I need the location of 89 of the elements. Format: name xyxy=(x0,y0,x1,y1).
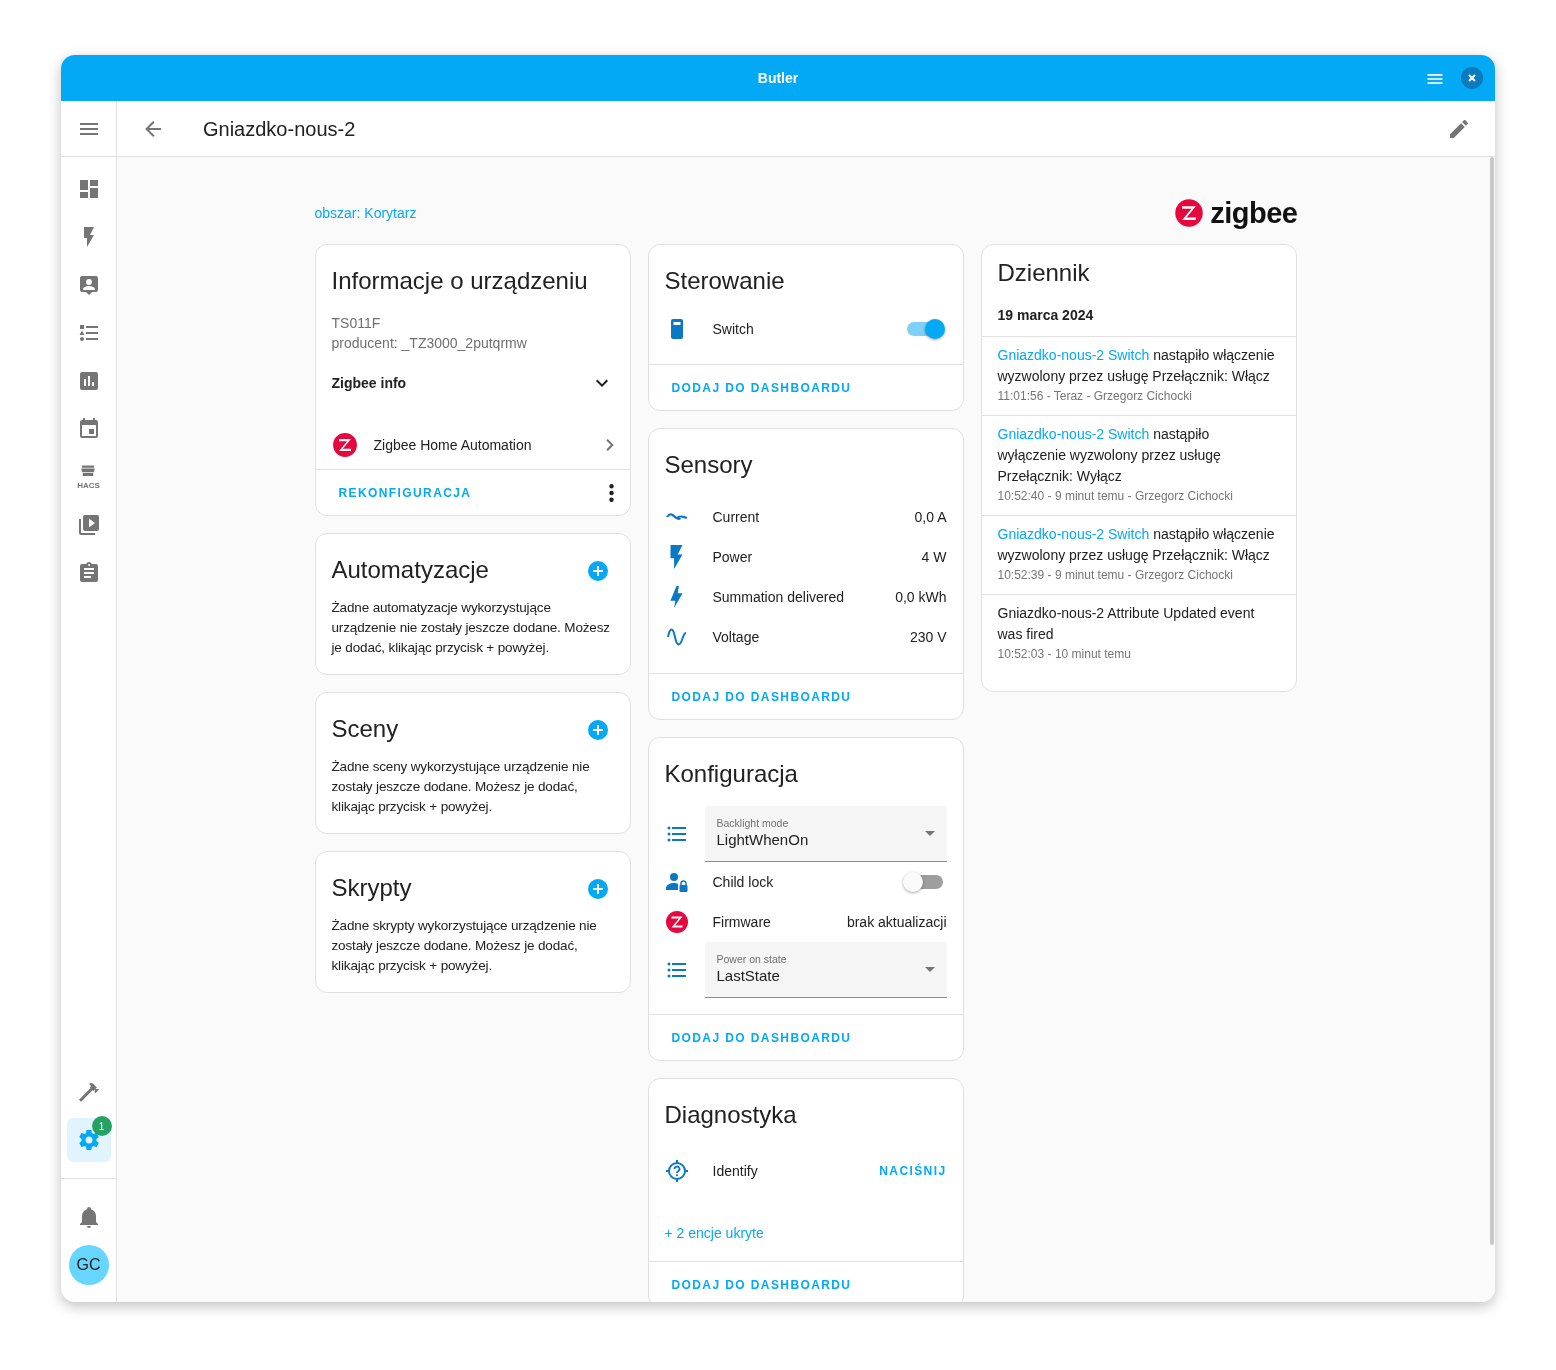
wave-icon xyxy=(665,512,688,522)
entity-name: Identify xyxy=(712,1161,759,1181)
date-heading: 19 marca 2024 xyxy=(981,289,1296,337)
window-title: Butler xyxy=(757,68,799,88)
entity-value: 230 V xyxy=(909,627,947,647)
entity-name: Voltage xyxy=(712,627,761,647)
manufacturer-text: producent: _TZ3000_2putqrmw xyxy=(331,334,528,353)
settings-icon xyxy=(76,1128,101,1152)
toggle-switch[interactable] xyxy=(906,322,943,336)
sensor-row[interactable]: Summation delivered 0,0 kWh xyxy=(648,577,963,617)
entity-link[interactable]: Gniazdko-nous-2 Switch xyxy=(997,347,1150,363)
select-field[interactable]: Backlight mode LightWhenOn xyxy=(704,806,947,862)
card-title: Dziennik xyxy=(996,258,1091,288)
add-button[interactable] xyxy=(585,876,610,900)
chevron-right-icon xyxy=(605,439,614,451)
log-timestamp: 10:52:40 - 9 minut temu - Grzegorz Cichocki xyxy=(997,488,1234,505)
person-lock-icon xyxy=(664,870,689,894)
empty-message: Żadne skrypty wykorzystujące urządzenie nie zostały jeszcze dodane. Możesz je dodać, klikając przycisk + powyżej. xyxy=(330,917,598,975)
hammer-icon xyxy=(76,1080,101,1104)
log-timestamp: 10:52:03 - 10 minut temu xyxy=(997,646,1132,663)
entity-link[interactable]: Gniazdko-nous-2 Switch xyxy=(997,526,1150,542)
close-button[interactable] xyxy=(1461,67,1483,89)
entity-name: Power xyxy=(712,547,754,567)
sidebar-item[interactable]: HACS xyxy=(66,455,111,499)
sensor-row[interactable]: Voltage 230 V xyxy=(648,617,963,657)
sidebar-item[interactable]: 1 xyxy=(66,1118,111,1162)
hacs-label: HACS xyxy=(77,482,100,490)
play-icon xyxy=(76,513,101,537)
page-title: Gniazdko-nous-2 xyxy=(203,116,357,142)
add-to-dashboard-button[interactable]: DODAJ DO DASHBOARDU xyxy=(656,1269,867,1300)
crosshair-question-icon xyxy=(664,1159,689,1183)
sensor-row[interactable]: Current 0,0 A xyxy=(648,497,963,537)
field-label: Backlight mode xyxy=(716,817,790,830)
add-to-dashboard-button[interactable]: DODAJ DO DASHBOARDU xyxy=(656,372,867,403)
entity-value: 4 W xyxy=(921,547,947,567)
entity-name[interactable]: Switch xyxy=(712,318,907,340)
log-timestamp: 10:52:39 - 9 minut temu - Grzegorz Cichocki xyxy=(997,567,1234,584)
area-link[interactable]: obszar: Korytarz xyxy=(314,202,417,224)
empty-message: Żadne sceny wykorzystujące urządzenie nie zostały jeszcze dodane. Możesz je dodać, klikając przycisk + powyżej. xyxy=(330,758,591,816)
card-title: Skrypty xyxy=(330,873,413,903)
entity-name: Firmware xyxy=(712,912,772,932)
close-icon xyxy=(1466,72,1478,84)
select-field[interactable]: Power on state LastState xyxy=(704,942,947,998)
lightning-icon xyxy=(670,545,683,569)
model-text: TS011F xyxy=(331,314,382,333)
field-label: Power on state xyxy=(716,953,788,966)
card-title: Sceny xyxy=(330,714,400,744)
entity-name: Current xyxy=(712,507,761,527)
add-button[interactable] xyxy=(585,717,610,741)
card-title: Konfiguracja xyxy=(663,759,799,789)
log-message: Gniazdko-nous-2 Attribute Updated event was fired xyxy=(997,604,1256,644)
toggle-switch[interactable] xyxy=(906,875,943,889)
add-to-dashboard-button[interactable]: DODAJ DO DASHBOARDU xyxy=(656,1022,867,1053)
lightning-icon xyxy=(670,586,683,608)
field-value: LastState xyxy=(716,966,781,986)
entity-link[interactable]: Gniazdko-nous-2 Switch xyxy=(997,426,1150,442)
entity-name: Child lock xyxy=(712,872,775,892)
add-to-dashboard-button[interactable]: DODAJ DO DASHBOARDU xyxy=(656,681,867,712)
card-title: Sterowanie xyxy=(663,266,786,296)
more-vertical-icon xyxy=(608,484,614,503)
press-button[interactable]: NACIŚNIJ xyxy=(879,1162,947,1180)
integration-name: Zigbee Home Automation xyxy=(373,435,533,455)
entity-name: Summation delivered xyxy=(712,587,845,607)
empty-message: Żadne automatyzacje wykorzystujące urządzenie nie zostały jeszcze dodane. Możesz je dodać, klikając przycisk + powyżej. xyxy=(330,599,611,657)
card-title: Automatyzacje xyxy=(330,555,490,585)
log-timestamp: 11:01:56 - Teraz - Grzegorz Cichocki xyxy=(997,388,1193,405)
card-title: Diagnostyka xyxy=(663,1100,798,1130)
field-value: LightWhenOn xyxy=(716,830,810,850)
card-title: Sensory xyxy=(663,450,754,480)
hidden-entities-link[interactable]: + 2 encje ukryte xyxy=(664,1225,764,1241)
card-title: Informacje o urządzeniu xyxy=(330,266,589,296)
notification-badge: 1 xyxy=(91,1116,112,1136)
log-message: Gniazdko-nous-2 Switch nastąpiło włączenie wyzwolony przez usługę Przełącznik: Włącz xyxy=(997,525,1276,565)
brand-logo-text: zigbee xyxy=(1210,198,1298,228)
integration-row[interactable]: Zigbee Home Automation xyxy=(315,421,630,469)
add-button[interactable] xyxy=(585,558,610,582)
expander-header[interactable]: Zigbee info xyxy=(315,359,630,407)
entity-value: 0,0 kWh xyxy=(895,587,947,607)
dropdown-caret-icon xyxy=(924,831,935,836)
log-message: Gniazdko-nous-2 Switch nastąpiło wyłączenie wyzwolony przez usługę Przełącznik: Wyłącz xyxy=(997,425,1222,486)
zigbee-logo-icon xyxy=(331,432,358,458)
dropdown-caret-icon xyxy=(924,967,935,972)
user-avatar[interactable]: GC xyxy=(68,1245,109,1285)
entity-value: 0,0 A xyxy=(914,507,947,527)
sensor-row[interactable]: Power 4 W xyxy=(648,537,963,577)
reconfigure-button[interactable]: REKONFIGURACJA xyxy=(323,477,487,508)
log-message: Gniazdko-nous-2 Switch nastąpiło włączenie wyzwolony przez usługę Przełącznik: Włącz xyxy=(997,346,1276,386)
entity-value: brak aktualizacji xyxy=(846,912,947,932)
zigbee-logo-icon xyxy=(1174,198,1205,228)
